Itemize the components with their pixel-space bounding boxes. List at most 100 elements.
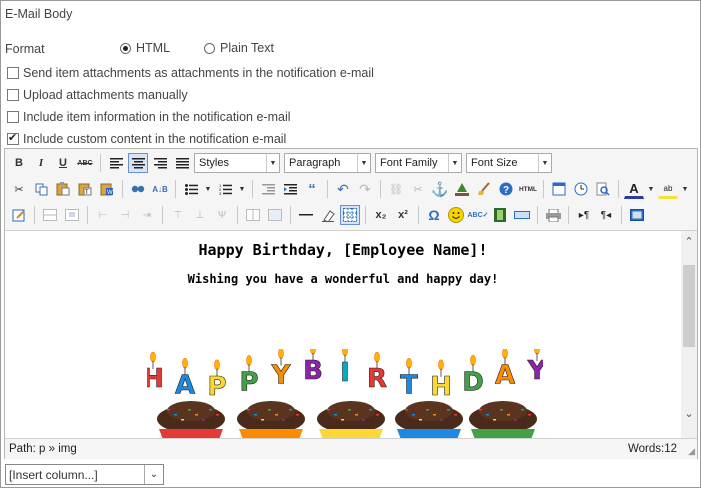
insert-column-select[interactable]: [Insert column...] ⌄ xyxy=(5,464,164,485)
underline-button[interactable]: U xyxy=(53,153,73,173)
font-family-select[interactable]: Font Family ▼ xyxy=(375,153,462,173)
toolbar-separator xyxy=(621,206,622,224)
preview-icon[interactable] xyxy=(593,179,613,199)
chevron-down-icon: ▼ xyxy=(266,154,279,172)
svg-text:?: ? xyxy=(503,185,509,196)
align-left-icon[interactable] xyxy=(106,153,126,173)
upload-attachments-checkbox[interactable]: Upload attachments manually xyxy=(7,88,188,102)
radio-selected-icon xyxy=(120,42,131,54)
checkbox-label: Include custom content in the notificati… xyxy=(23,132,287,146)
chevron-down-icon: ▼ xyxy=(357,154,370,172)
resize-grip-icon[interactable]: ◢ xyxy=(688,446,695,457)
insert-field-icon[interactable] xyxy=(512,205,532,225)
cell-props-icon[interactable] xyxy=(62,205,82,225)
chevron-down-icon: ⌄ xyxy=(144,465,163,484)
svg-text:H: H xyxy=(430,372,452,402)
find-icon[interactable] xyxy=(128,179,148,199)
styles-select[interactable]: Styles ▼ xyxy=(194,153,280,173)
insert-column-value: [Insert column...] xyxy=(9,467,98,482)
bullet-list-icon[interactable] xyxy=(181,179,201,199)
indent-icon[interactable] xyxy=(280,179,300,199)
font-color-icon[interactable]: A xyxy=(624,179,644,199)
toolbar-separator xyxy=(252,180,253,198)
cut-icon[interactable]: ✂ xyxy=(9,179,29,199)
insert-row-before-icon[interactable]: ⊢ xyxy=(93,205,113,225)
chevron-down-icon[interactable]: ▼ xyxy=(646,179,656,199)
highlight-color-icon[interactable]: ab xyxy=(658,179,678,199)
editor-content-area[interactable]: Happy Birthday, [Employee Name]! Wishing… xyxy=(5,231,681,438)
section-title: E-Mail Body xyxy=(5,7,73,21)
chevron-down-icon[interactable]: ▼ xyxy=(237,179,247,199)
include-custom-content-checkbox[interactable]: Include custom content in the notificati… xyxy=(7,131,287,146)
bold-button[interactable]: B xyxy=(9,153,29,173)
birthday-banner-image[interactable]: HAPPYBIRTHDAY xyxy=(147,349,543,438)
numbered-list-icon[interactable]: 123 xyxy=(215,179,235,199)
superscript-icon[interactable]: x² xyxy=(393,205,413,225)
visual-aid-icon[interactable] xyxy=(340,205,360,225)
strikethrough-button[interactable]: ABC xyxy=(75,153,95,173)
toolbar-separator xyxy=(290,206,291,224)
link-icon[interactable]: ⛓ xyxy=(386,179,406,199)
ltr-icon[interactable]: ▸¶ xyxy=(574,205,594,225)
checkbox-icon xyxy=(7,111,19,123)
delete-col-icon[interactable]: Ψ xyxy=(212,205,232,225)
italic-button[interactable]: I xyxy=(31,153,51,173)
align-justify-icon[interactable] xyxy=(172,153,192,173)
row-props-icon[interactable] xyxy=(40,205,60,225)
insert-col-before-icon[interactable]: ⊤ xyxy=(168,205,188,225)
format-plaintext-radio[interactable]: Plain Text xyxy=(204,41,274,55)
subscript-icon[interactable]: x₂ xyxy=(371,205,391,225)
image-icon[interactable] xyxy=(452,179,472,199)
special-char-icon[interactable]: Ω xyxy=(424,205,444,225)
include-item-info-checkbox[interactable]: Include item information in the notifica… xyxy=(7,110,291,124)
remove-format-icon[interactable] xyxy=(318,205,338,225)
redo-icon[interactable]: ↷ xyxy=(355,179,375,199)
emoticon-icon[interactable] xyxy=(446,205,466,225)
edit-css-icon[interactable] xyxy=(9,205,29,225)
media-icon[interactable] xyxy=(490,205,510,225)
format-html-radio[interactable]: HTML xyxy=(120,41,170,55)
outdent-icon[interactable] xyxy=(258,179,278,199)
scrollbar-thumb[interactable] xyxy=(683,265,695,347)
scroll-down-icon[interactable]: ⌄ xyxy=(681,407,697,420)
checkbox-label: Upload attachments manually xyxy=(23,88,188,102)
blockquote-icon[interactable]: “ xyxy=(302,179,322,199)
delete-row-icon[interactable]: ⇥ xyxy=(137,205,157,225)
insert-time-icon[interactable] xyxy=(571,179,591,199)
checkbox-icon xyxy=(7,67,19,79)
align-right-icon[interactable] xyxy=(150,153,170,173)
unlink-icon[interactable]: ✂ xyxy=(408,179,428,199)
spellcheck-icon[interactable]: ABC✓ xyxy=(467,205,488,225)
paragraph-select[interactable]: Paragraph ▼ xyxy=(284,153,371,173)
vertical-scrollbar[interactable]: ⌃ ⌄ xyxy=(681,231,697,438)
cleanup-icon[interactable] xyxy=(474,179,494,199)
paste-text-icon[interactable]: T xyxy=(75,179,95,199)
paste-word-icon[interactable]: W xyxy=(97,179,117,199)
chevron-down-icon[interactable]: ▼ xyxy=(203,179,213,199)
attachments-as-attachments-checkbox[interactable]: Send item attachments as attachments in … xyxy=(7,66,374,80)
insert-col-after-icon[interactable]: ⊥ xyxy=(190,205,210,225)
anchor-icon[interactable]: ⚓ xyxy=(430,179,450,199)
split-cells-icon[interactable] xyxy=(243,205,263,225)
scroll-up-icon[interactable]: ⌃ xyxy=(681,235,697,248)
insert-date-icon[interactable] xyxy=(549,179,569,199)
replace-icon[interactable]: A↓B xyxy=(150,179,170,199)
svg-text:Y: Y xyxy=(271,360,292,390)
merge-cells-icon[interactable] xyxy=(265,205,285,225)
font-size-select[interactable]: Font Size ▼ xyxy=(466,153,552,173)
html-source-icon[interactable]: HTML xyxy=(518,179,538,199)
checkbox-checked-icon xyxy=(7,131,19,145)
rtl-icon[interactable]: ¶◂ xyxy=(596,205,616,225)
rich-text-editor: B I U ABC Styles ▼ Paragraph ▼ Font Family… xyxy=(4,148,698,459)
insert-row-after-icon[interactable]: ⊣ xyxy=(115,205,135,225)
horizontal-rule-icon[interactable] xyxy=(296,205,316,225)
toolbar-separator xyxy=(537,206,538,224)
paste-icon[interactable] xyxy=(53,179,73,199)
fullscreen-icon[interactable] xyxy=(627,205,647,225)
align-center-icon[interactable] xyxy=(128,153,148,173)
print-icon[interactable] xyxy=(543,205,563,225)
copy-icon[interactable] xyxy=(31,179,51,199)
chevron-down-icon[interactable]: ▼ xyxy=(680,179,690,199)
help-icon[interactable]: ? xyxy=(496,179,516,199)
undo-icon[interactable]: ↶ xyxy=(333,179,353,199)
